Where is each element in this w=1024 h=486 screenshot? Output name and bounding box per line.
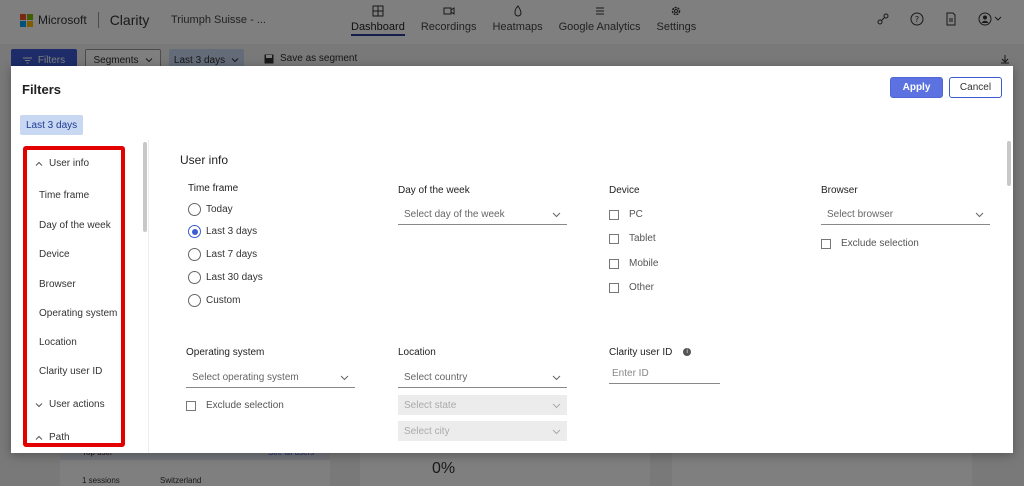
clarity-user-id-text: Clarity user ID bbox=[609, 347, 673, 358]
os-exclude-checkbox[interactable]: Exclude selection bbox=[186, 400, 284, 411]
radio-custom[interactable]: Custom bbox=[188, 294, 240, 307]
checkbox-other[interactable]: Other bbox=[609, 282, 654, 293]
left-scrollbar[interactable] bbox=[143, 142, 147, 232]
radio-button[interactable] bbox=[188, 271, 201, 284]
info-icon[interactable]: i bbox=[683, 348, 692, 357]
country-placeholder: Select country bbox=[404, 372, 468, 383]
checkbox-label: Other bbox=[629, 282, 655, 293]
checkbox-pc[interactable]: PC bbox=[609, 209, 643, 220]
time-frame-label: Time frame bbox=[188, 183, 239, 194]
checkbox-label: PC bbox=[629, 209, 643, 220]
checkbox[interactable] bbox=[609, 233, 619, 244]
radio-today[interactable]: Today bbox=[188, 203, 233, 216]
radio-last-7-days[interactable]: Last 7 days bbox=[188, 248, 257, 261]
filters-modal: Filters Apply Cancel Last 3 days User in… bbox=[11, 66, 1013, 453]
radio-last-30-days[interactable]: Last 30 days bbox=[188, 271, 263, 284]
day-of-week-placeholder: Select day of the week bbox=[404, 209, 505, 220]
radio-button[interactable] bbox=[188, 294, 201, 307]
checkbox-label: Tablet bbox=[629, 233, 656, 244]
checkbox-label: Mobile bbox=[629, 258, 659, 269]
panel-divider bbox=[148, 140, 149, 453]
checkbox[interactable] bbox=[186, 400, 196, 411]
browser-exclude-checkbox[interactable]: Exclude selection bbox=[821, 238, 919, 249]
nav-item-day-of-week[interactable]: Day of the week bbox=[39, 220, 111, 231]
nav-item-clarity-user-id[interactable]: Clarity user ID bbox=[39, 366, 102, 377]
nav-section-user-actions[interactable]: User actions bbox=[35, 399, 105, 410]
state-placeholder: Select state bbox=[404, 399, 457, 411]
active-filter-chip[interactable]: Last 3 days bbox=[20, 115, 84, 135]
cancel-button[interactable]: Cancel bbox=[949, 77, 1002, 98]
state-dropdown[interactable]: Select state bbox=[398, 395, 567, 415]
radio-label: Today bbox=[206, 204, 233, 215]
device-label: Device bbox=[609, 185, 640, 196]
checkbox-label: Exclude selection bbox=[206, 400, 284, 411]
nav-section-label: Path bbox=[49, 432, 70, 443]
day-of-week-label: Day of the week bbox=[398, 185, 470, 196]
chevron-down-icon bbox=[975, 212, 984, 218]
radio-button[interactable] bbox=[188, 248, 201, 261]
nav-item-device[interactable]: Device bbox=[39, 249, 70, 260]
checkbox[interactable] bbox=[609, 282, 619, 293]
city-placeholder: Select city bbox=[404, 425, 450, 437]
chevron-down-icon bbox=[552, 375, 561, 381]
day-of-week-dropdown[interactable]: Select day of the week bbox=[398, 205, 567, 225]
chevron-down-icon bbox=[552, 212, 561, 218]
chevron-up-icon bbox=[35, 161, 43, 166]
checkbox[interactable] bbox=[821, 238, 831, 249]
radio-button[interactable] bbox=[188, 203, 201, 216]
right-scrollbar[interactable] bbox=[1007, 141, 1011, 186]
operating-system-placeholder: Select operating system bbox=[192, 372, 299, 383]
radio-label: Last 30 days bbox=[206, 272, 263, 283]
nav-item-browser[interactable]: Browser bbox=[39, 279, 76, 290]
browser-label: Browser bbox=[821, 185, 858, 196]
operating-system-label: Operating system bbox=[186, 347, 265, 358]
nav-item-operating-system[interactable]: Operating system bbox=[39, 308, 117, 319]
checkbox[interactable] bbox=[609, 258, 619, 269]
chevron-down-icon bbox=[340, 375, 349, 381]
nav-item-time-frame[interactable]: Time frame bbox=[39, 190, 89, 201]
radio-label: Last 7 days bbox=[206, 249, 258, 260]
nav-section-user-info[interactable]: User info bbox=[35, 158, 89, 169]
checkbox[interactable] bbox=[609, 209, 619, 220]
chevron-down-icon bbox=[552, 429, 561, 434]
modal-title: Filters bbox=[22, 82, 62, 97]
chevron-down-icon bbox=[552, 403, 561, 408]
browser-dropdown[interactable]: Select browser bbox=[821, 205, 990, 225]
apply-button[interactable]: Apply bbox=[890, 77, 943, 98]
browser-placeholder: Select browser bbox=[827, 209, 894, 220]
nav-section-label: User info bbox=[49, 158, 90, 169]
clarity-user-id-label: Clarity user ID i bbox=[609, 347, 692, 358]
country-dropdown[interactable]: Select country bbox=[398, 368, 567, 388]
chevron-down-icon bbox=[35, 402, 43, 407]
location-label: Location bbox=[398, 347, 436, 358]
nav-section-path[interactable]: Path bbox=[35, 432, 70, 443]
radio-label: Custom bbox=[206, 295, 241, 306]
checkbox-mobile[interactable]: Mobile bbox=[609, 258, 658, 269]
radio-label: Last 3 days bbox=[206, 226, 258, 237]
city-dropdown[interactable]: Select city bbox=[398, 421, 567, 441]
checkbox-label: Exclude selection bbox=[841, 238, 919, 249]
nav-item-location[interactable]: Location bbox=[39, 337, 77, 348]
nav-section-label: User actions bbox=[49, 399, 105, 410]
filter-category-nav: User info Time frame Day of the week Dev… bbox=[23, 146, 125, 447]
radio-last-3-days[interactable]: Last 3 days bbox=[188, 225, 257, 238]
checkbox-tablet[interactable]: Tablet bbox=[609, 233, 656, 244]
clarity-user-id-placeholder: Enter ID bbox=[612, 368, 649, 379]
radio-button-selected[interactable] bbox=[188, 225, 201, 238]
chevron-up-icon bbox=[35, 435, 43, 440]
clarity-user-id-input[interactable]: Enter ID bbox=[609, 364, 720, 384]
operating-system-dropdown[interactable]: Select operating system bbox=[186, 368, 355, 388]
section-title: User info bbox=[180, 153, 229, 167]
